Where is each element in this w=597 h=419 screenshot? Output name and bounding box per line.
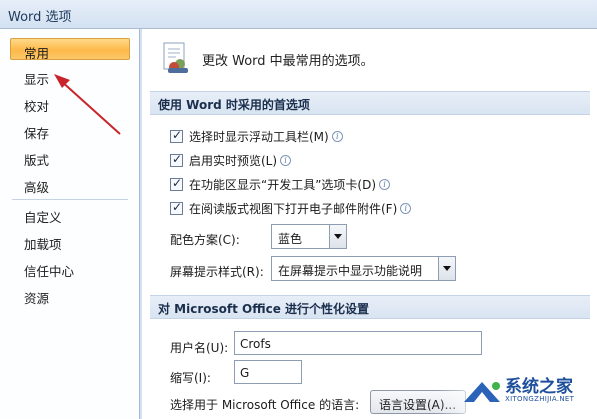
watermark-text: 系统之家: [505, 377, 573, 397]
watermark-subtext: XITONGZHIJIA.NET: [505, 395, 575, 403]
developer-tab-label: 在功能区显示“开发工具”选项卡(D): [189, 177, 377, 192]
checkbox-row-developer-tab[interactable]: ✓ 在功能区显示“开发工具”选项卡(D) i: [170, 175, 391, 193]
checkbox-row-live-preview[interactable]: ✓ 启用实时预览(L) i: [170, 151, 292, 169]
section-preferences-title: 使用 Word 时采用的首选项: [150, 91, 590, 115]
color-scheme-select[interactable]: 蓝色: [271, 224, 347, 249]
username-label: 用户名(U):: [170, 341, 229, 355]
nav-item-resources[interactable]: 资源: [10, 284, 130, 306]
tooltip-style-select[interactable]: 在屏幕提示中显示功能说明: [271, 256, 456, 281]
live-preview-label: 启用实时预览(L): [189, 153, 278, 168]
title-bar: Word 选项: [0, 0, 597, 29]
settings-page-icon: [163, 42, 188, 73]
chevron-down-icon[interactable]: [329, 225, 346, 248]
header-description: 更改 Word 中最常用的选项。: [202, 54, 374, 69]
developer-tab-checkbox[interactable]: ✓: [170, 176, 183, 191]
nav-item-advanced[interactable]: 高级: [10, 173, 130, 195]
info-icon: i: [379, 178, 391, 190]
nav-item-common[interactable]: 常用: [10, 38, 130, 61]
header-band: 更改 Word 中最常用的选项。: [142, 29, 597, 88]
nav-item-addins[interactable]: 加载项: [10, 230, 130, 252]
window-title: Word 选项: [8, 10, 72, 25]
color-scheme-label: 配色方案(C):: [170, 233, 240, 247]
section-personalize-title: 对 Microsoft Office 进行个性化设置: [150, 295, 590, 319]
info-icon: i: [280, 154, 292, 166]
language-label: 选择用于 Microsoft Office 的语言:: [170, 398, 360, 412]
initials-value: G: [240, 366, 250, 380]
live-preview-checkbox[interactable]: ✓: [170, 152, 183, 167]
tooltip-style-label: 屏幕提示样式(R):: [170, 265, 264, 279]
color-scheme-value: 蓝色: [278, 232, 303, 246]
options-main-pane: 更改 Word 中最常用的选项。 使用 Word 时采用的首选项 ✓ 选择时显示…: [142, 29, 597, 419]
email-attachments-checkbox[interactable]: ✓: [170, 200, 183, 215]
initials-input[interactable]: G: [234, 360, 302, 384]
checkbox-row-floating-toolbar[interactable]: ✓ 选择时显示浮动工具栏(M) i: [170, 127, 343, 145]
nav-item-layout[interactable]: 版式: [10, 146, 130, 168]
email-attachments-label: 在阅读版式视图下打开电子邮件附件(F): [189, 201, 398, 216]
username-value: Crofs: [240, 337, 271, 351]
floating-toolbar-checkbox[interactable]: ✓: [170, 128, 183, 143]
floating-toolbar-label: 选择时显示浮动工具栏(M): [189, 129, 329, 144]
tooltip-style-value: 在屏幕提示中显示功能说明: [278, 264, 423, 278]
username-input[interactable]: Crofs: [234, 331, 482, 355]
nav-item-trust-center[interactable]: 信任中心: [10, 257, 130, 279]
annotation-arrow: [54, 74, 121, 135]
checkbox-row-email-attachments[interactable]: ✓ 在阅读版式视图下打开电子邮件附件(F) i: [170, 199, 412, 217]
info-icon: i: [331, 130, 343, 142]
info-icon: i: [400, 202, 412, 214]
initials-label: 缩写(I):: [170, 371, 211, 385]
nav-divider: [12, 199, 128, 200]
nav-item-customize[interactable]: 自定义: [10, 203, 130, 225]
chevron-down-icon[interactable]: [438, 257, 455, 280]
